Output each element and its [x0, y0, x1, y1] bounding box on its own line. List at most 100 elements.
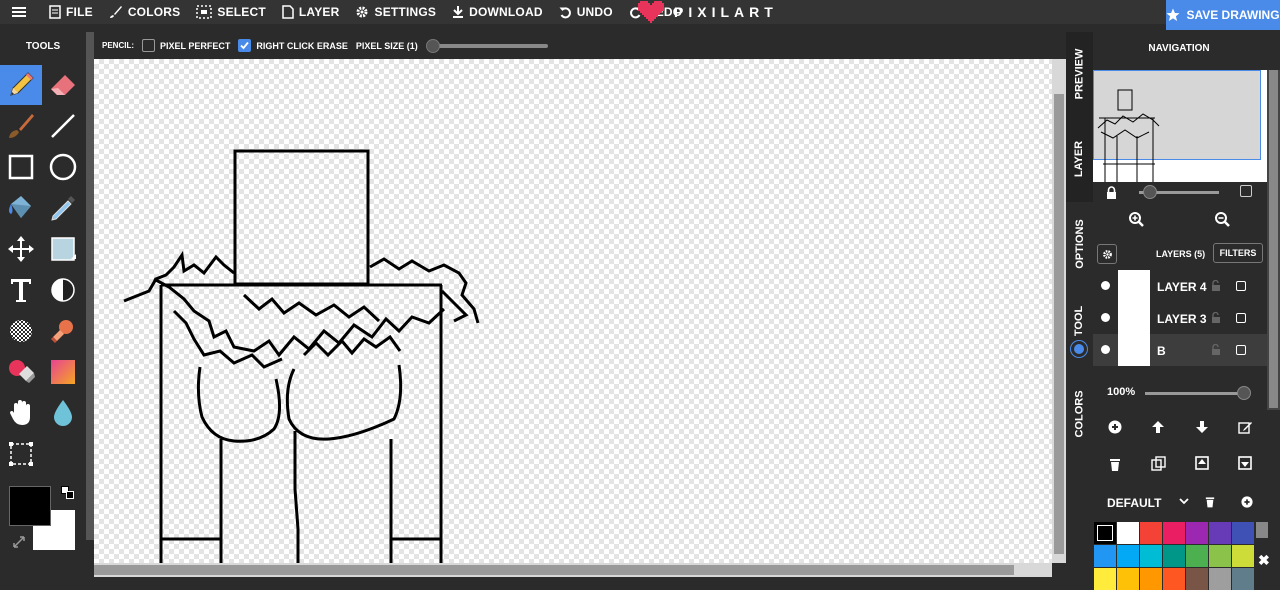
right-click-erase-checkbox[interactable] — [238, 39, 252, 52]
color-swatch[interactable] — [1186, 568, 1208, 590]
color-swatch[interactable] — [1094, 522, 1116, 544]
tab-options[interactable]: OPTIONS — [1066, 202, 1093, 286]
navigation-fit-checkbox[interactable] — [1240, 185, 1252, 197]
unlock-icon[interactable] — [1211, 344, 1221, 355]
tab-preview[interactable]: PREVIEW — [1066, 32, 1093, 116]
tab-colors[interactable]: COLORS — [1066, 372, 1093, 456]
save-drawing-button[interactable]: SAVE DRAWING — [1166, 0, 1280, 30]
color-swatch[interactable] — [1163, 545, 1185, 567]
color-swatch[interactable] — [1117, 522, 1139, 544]
brush-tool[interactable] — [0, 106, 42, 146]
right-panel-scrollbar[interactable] — [1267, 70, 1280, 410]
blur-tool[interactable] — [42, 393, 84, 433]
zoom-in-icon[interactable] — [1129, 212, 1144, 227]
navigation-preview[interactable] — [1093, 70, 1267, 182]
gradient-tool[interactable] — [42, 352, 84, 392]
reset-colors-black[interactable] — [66, 491, 74, 499]
text-tool[interactable] — [0, 270, 42, 310]
primary-color[interactable] — [9, 486, 51, 526]
dither-tool[interactable] — [0, 311, 42, 351]
layer-visibility-toggle[interactable] — [1101, 281, 1110, 290]
arrow-down-icon[interactable] — [1195, 420, 1209, 434]
color-swatch[interactable] — [1186, 522, 1208, 544]
color-swatch[interactable] — [1094, 545, 1116, 567]
pixel-perfect-checkbox[interactable] — [142, 39, 155, 52]
merge-up-icon[interactable] — [1195, 456, 1209, 470]
pixel-perfect-option[interactable]: PIXEL PERFECT — [142, 39, 230, 52]
right-panel-scroll-thumb[interactable] — [1269, 70, 1278, 408]
color-swatch[interactable] — [1140, 522, 1162, 544]
navigation-zoom-slider[interactable] — [1139, 185, 1219, 199]
menu-button[interactable] — [0, 0, 41, 24]
palette-scrollbar[interactable] — [1256, 522, 1268, 538]
layer-menu[interactable]: LAYER — [274, 0, 348, 24]
canvas-vertical-scrollbar[interactable] — [1052, 59, 1066, 563]
select-box-tool[interactable] — [42, 229, 84, 269]
settings-menu[interactable]: SETTINGS — [347, 0, 444, 24]
layer-item[interactable]: LAYER 4 — [1093, 270, 1267, 302]
chevron-down-icon[interactable] — [1179, 498, 1189, 505]
edit-layer-icon[interactable] — [1238, 420, 1252, 434]
color-swatch[interactable] — [1186, 545, 1208, 567]
select-menu[interactable]: SELECT — [188, 0, 274, 24]
close-icon[interactable]: ✖ — [1258, 552, 1270, 569]
color-swatch[interactable] — [1094, 568, 1116, 590]
layer-visibility-toggle[interactable] — [1101, 345, 1110, 354]
layer-settings-button[interactable] — [1097, 244, 1117, 264]
layer-select-checkbox[interactable] — [1236, 345, 1246, 355]
crop-select-tool[interactable] — [0, 434, 42, 474]
hand-tool[interactable] — [0, 393, 42, 433]
trash-icon[interactable] — [1205, 496, 1215, 508]
tab-layer[interactable]: LAYER — [1066, 116, 1093, 202]
layer-select-checkbox[interactable] — [1236, 313, 1246, 323]
color-swatch[interactable] — [1209, 545, 1231, 567]
color-swatch[interactable] — [1232, 545, 1254, 567]
add-palette-icon[interactable] — [1241, 496, 1253, 508]
canvas-horizontal-scrollbar[interactable] — [94, 563, 1052, 577]
color-swatch[interactable] — [1163, 568, 1185, 590]
lock-icon[interactable] — [1106, 186, 1117, 199]
color-swatch[interactable] — [1209, 522, 1231, 544]
eyedropper-tool[interactable] — [42, 188, 84, 228]
unlock-icon[interactable] — [1211, 312, 1221, 323]
layer-select-checkbox[interactable] — [1236, 281, 1246, 291]
color-swatch[interactable] — [1163, 522, 1185, 544]
pixel-size-slider[interactable] — [425, 38, 548, 53]
right-click-erase-option[interactable]: RIGHT CLICK ERASE — [238, 39, 348, 52]
color-swatch[interactable] — [1117, 545, 1139, 567]
pixel-size-slider-knob[interactable] — [425, 38, 440, 53]
stamp-tool[interactable] — [42, 311, 84, 351]
undo-button[interactable]: UNDO — [551, 0, 621, 24]
shade-tool[interactable] — [42, 270, 84, 310]
swap-colors-icon[interactable] — [12, 535, 26, 549]
file-menu[interactable]: FILE — [41, 0, 101, 24]
canvas-vertical-scroll-thumb[interactable] — [1054, 94, 1064, 554]
circle-tool[interactable] — [42, 147, 84, 187]
color-swatch[interactable] — [1117, 568, 1139, 590]
pencil-tool[interactable] — [0, 65, 42, 105]
filters-button[interactable]: FILTERS — [1213, 243, 1263, 263]
colors-menu[interactable]: COLORS — [101, 0, 189, 24]
color-swatch[interactable] — [1232, 522, 1254, 544]
layer-item[interactable]: LAYER 3 — [1093, 302, 1267, 334]
layer-item-active[interactable]: B — [1093, 334, 1267, 366]
paint-bucket-tool[interactable] — [0, 188, 42, 228]
canvas-horizontal-scroll-thumb[interactable] — [94, 565, 1014, 575]
merge-down-icon[interactable] — [1238, 456, 1252, 470]
tools-scrollbar[interactable] — [86, 32, 94, 540]
download-menu[interactable]: DOWNLOAD — [444, 0, 551, 24]
color-swatch[interactable] — [1140, 568, 1162, 590]
color-swatch[interactable] — [1232, 568, 1254, 590]
zoom-out-icon[interactable] — [1215, 212, 1230, 227]
eraser-tool[interactable] — [42, 65, 84, 105]
drawing-canvas[interactable] — [94, 59, 1052, 563]
layer-visibility-toggle[interactable] — [1101, 313, 1110, 322]
palette-select[interactable]: DEFAULT — [1107, 496, 1161, 510]
move-tool[interactable] — [0, 229, 42, 269]
layer-opacity-slider[interactable] — [1145, 386, 1251, 400]
duplicate-layer-icon[interactable] — [1151, 456, 1166, 471]
add-layer-icon[interactable] — [1108, 420, 1122, 434]
rectangle-tool[interactable] — [0, 147, 42, 187]
color-swatch[interactable] — [1140, 545, 1162, 567]
color-swatch[interactable] — [1209, 568, 1231, 590]
